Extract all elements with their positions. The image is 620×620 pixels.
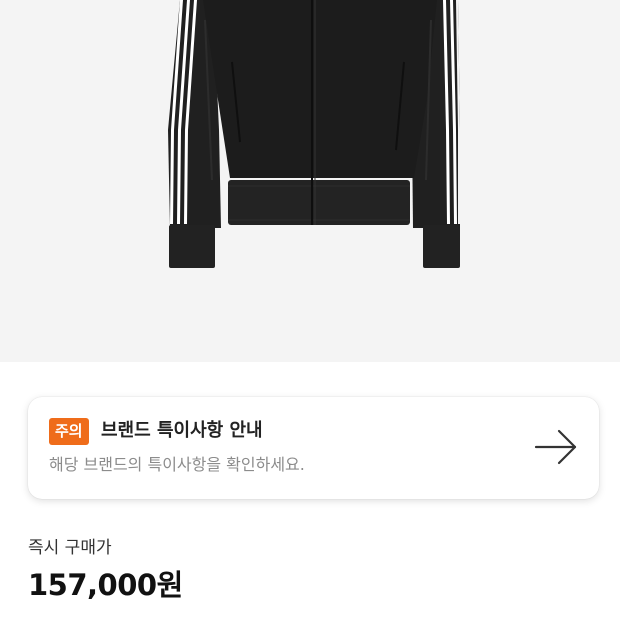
warning-badge: 주의: [49, 418, 89, 445]
notice-description: 해당 브랜드의 특이사항을 확인하세요.: [49, 455, 305, 474]
track-jacket-image: [168, 0, 460, 268]
notice-title: 브랜드 특이사항 안내: [101, 420, 263, 441]
product-page: 주의 브랜드 특이사항 안내 해당 브랜드의 특이사항을 확인하세요. 즉시 구…: [0, 0, 620, 620]
brand-notice-card[interactable]: 주의 브랜드 특이사항 안내 해당 브랜드의 특이사항을 확인하세요.: [28, 397, 599, 499]
price-label: 즉시 구매가: [28, 538, 112, 558]
product-image[interactable]: [0, 0, 620, 362]
arrow-right-icon[interactable]: [533, 427, 579, 467]
price-value: 157,000원: [28, 568, 183, 602]
